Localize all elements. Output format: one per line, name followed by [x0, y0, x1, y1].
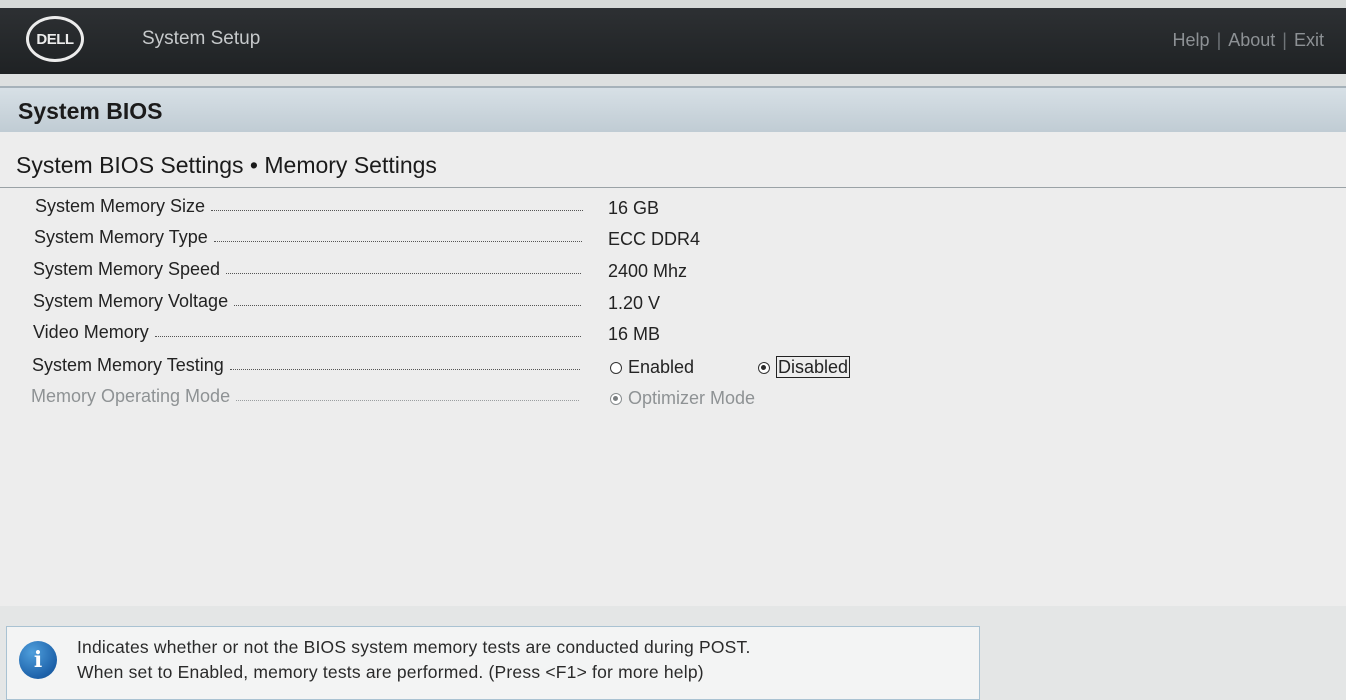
exit-link[interactable]: Exit: [1294, 30, 1324, 51]
option-label: Optimizer Mode: [628, 388, 756, 408]
setting-label: System Memory Testing: [32, 355, 224, 375]
setting-label: Video Memory: [33, 322, 149, 342]
dot-leader: [236, 399, 579, 401]
radio-option-enabled[interactable]: Enabled: [610, 357, 694, 378]
info-icon: i: [19, 641, 57, 679]
setting-row-memory-speed: System Memory Speed 2400 Mhz: [0, 259, 1346, 289]
setting-value: 16 GB: [608, 198, 660, 218]
setting-row-memory-testing: System Memory Testing Enabled Disabled: [0, 355, 1346, 385]
setting-label: Memory Operating Mode: [31, 386, 231, 406]
radio-unchecked-icon[interactable]: [610, 362, 622, 375]
help-box: i Indicates whether or not the BIOS syst…: [6, 626, 980, 700]
setting-value: 2400 Mhz: [608, 261, 688, 281]
setting-row-operating-mode: Memory Operating Mode Optimizer Mode: [0, 386, 1346, 416]
link-separator: |: [1282, 30, 1287, 50]
dot-leader: [213, 240, 582, 242]
setting-label: System Memory Size: [35, 196, 206, 216]
dot-leader: [154, 335, 581, 337]
setting-label: System Memory Speed: [33, 259, 221, 279]
banner-title: System BIOS: [18, 98, 163, 124]
header-bar: DELL System Setup Help | About | Exit: [0, 8, 1346, 74]
setting-label-container: System Memory Size: [35, 196, 583, 217]
setting-label-container: Memory Operating Mode: [31, 386, 579, 407]
main-panel: System BIOS Settings • Memory Settings S…: [0, 132, 1346, 606]
help-link[interactable]: Help: [1173, 30, 1210, 51]
setting-label-container: System Memory Voltage: [33, 291, 581, 312]
dot-leader: [211, 209, 583, 211]
about-link[interactable]: About: [1228, 30, 1275, 51]
dot-leader: [234, 304, 581, 306]
setting-value: 16 MB: [608, 324, 661, 344]
setting-row-video-memory: Video Memory 16 MB: [0, 322, 1346, 352]
radio-option-optimizer: Optimizer Mode: [610, 388, 755, 409]
option-label-focused: Disabled: [776, 356, 851, 378]
setting-label-container: System Memory Speed: [33, 259, 581, 280]
dot-leader: [226, 272, 581, 274]
setting-label-container: Video Memory: [33, 322, 581, 343]
setting-label-container: System Memory Testing: [32, 355, 580, 376]
dot-leader: [229, 368, 580, 370]
banner-spacer: [0, 74, 1346, 86]
radio-checked-icon[interactable]: [758, 362, 770, 375]
page-title: System BIOS Settings • Memory Settings: [16, 152, 437, 178]
help-text: Indicates whether or not the BIOS system…: [77, 635, 751, 685]
setting-value: 1.20 V: [608, 293, 661, 313]
setting-label: System Memory Type: [34, 227, 208, 247]
setting-value: ECC DDR4: [608, 229, 701, 249]
header-links: Help | About | Exit: [1173, 30, 1324, 51]
help-line-2: When set to Enabled, memory tests are pe…: [77, 662, 704, 682]
setting-label-container: System Memory Type: [34, 227, 582, 248]
title-divider: [0, 187, 1346, 188]
radio-checked-icon: [610, 393, 622, 406]
link-separator: |: [1216, 30, 1222, 50]
system-bios-banner: System BIOS: [0, 86, 1346, 134]
setting-row-memory-type: System Memory Type ECC DDR4: [0, 227, 1346, 257]
setting-row-memory-voltage: System Memory Voltage 1.20 V: [0, 291, 1346, 321]
setting-row-memory-size: System Memory Size 16 GB: [0, 196, 1346, 226]
top-edge: [0, 0, 1346, 8]
app-title: System Setup: [142, 28, 261, 49]
option-label: Enabled: [628, 357, 695, 377]
setting-label: System Memory Voltage: [33, 291, 229, 311]
help-line-1: Indicates whether or not the BIOS system…: [77, 637, 751, 657]
help-footer: i Indicates whether or not the BIOS syst…: [0, 606, 1346, 700]
radio-option-disabled[interactable]: Disabled: [758, 356, 851, 378]
dell-logo: DELL: [26, 16, 84, 62]
